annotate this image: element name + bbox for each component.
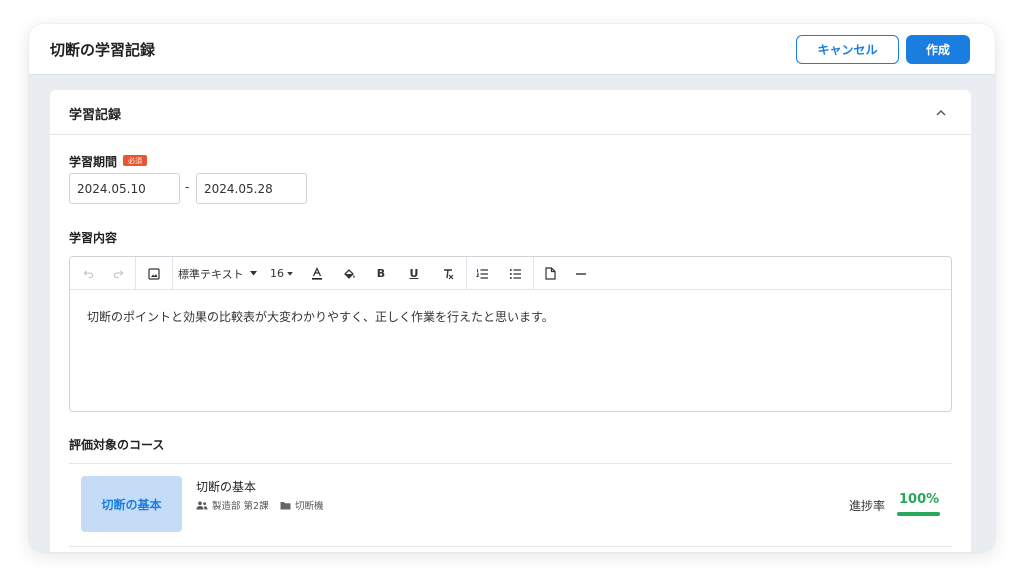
start-date-input[interactable]: 2024.05.10: [69, 173, 180, 204]
editor-content[interactable]: 切断のポイントと効果の比較表が大変わかりやすく、正しく作業を行えたと思います。: [87, 308, 554, 325]
group-icon: [196, 501, 208, 509]
folder-icon: [280, 501, 291, 509]
horizontal-rule-icon[interactable]: [571, 257, 591, 290]
period-label: 学習期間: [69, 155, 118, 169]
header-bar: 切断の学習記録 キャンセル 作成: [29, 24, 995, 75]
divider: [69, 546, 952, 547]
image-icon[interactable]: [143, 257, 165, 290]
card-header[interactable]: 学習記録: [50, 90, 971, 135]
date-separator: -: [185, 180, 190, 194]
editor-toolbar: 標準テキスト 16 B U: [70, 257, 951, 290]
category-text: 切断機: [295, 501, 324, 512]
end-date-input[interactable]: 2024.05.28: [196, 173, 307, 204]
course-section-label: 評価対象のコース: [69, 438, 165, 452]
divider: [69, 463, 952, 464]
required-badge: 必須: [123, 155, 147, 166]
undo-icon[interactable]: [78, 257, 98, 290]
chevron-up-icon[interactable]: [934, 106, 948, 120]
progress-value: 100%: [899, 492, 940, 507]
text-style-select[interactable]: 標準テキスト: [178, 257, 262, 290]
caret-down-icon: [287, 271, 293, 276]
redo-icon[interactable]: [108, 257, 128, 290]
toolbar-divider: [135, 257, 136, 290]
cancel-button[interactable]: キャンセル: [796, 35, 899, 64]
course-name[interactable]: 切断の基本: [196, 478, 256, 495]
card-title: 学習記録: [69, 108, 122, 123]
caret-down-icon: [249, 271, 257, 276]
course-thumbnail[interactable]: 切断の基本: [81, 476, 182, 532]
bullet-list-icon[interactable]: [504, 257, 526, 290]
course-department: 製造部 第2課: [196, 498, 269, 512]
font-size-value: 16: [270, 267, 284, 280]
ordered-list-icon[interactable]: [471, 257, 493, 290]
fill-color-icon[interactable]: [338, 257, 360, 290]
department-text: 製造部 第2課: [212, 501, 269, 512]
bold-button[interactable]: B: [371, 257, 391, 290]
progress-bar: [897, 512, 940, 516]
toolbar-divider: [466, 257, 467, 290]
modal-window: 切断の学習記録 キャンセル 作成 学習記録 学習期間 必須 2024.05.10…: [29, 24, 995, 552]
course-category: 切断機: [280, 498, 324, 512]
content-label: 学習内容: [69, 231, 118, 245]
underline-button[interactable]: U: [404, 257, 424, 290]
toolbar-divider: [172, 257, 173, 290]
progress-label: 進捗率: [849, 499, 886, 513]
rich-text-editor[interactable]: 標準テキスト 16 B U 切断のポイントと効果の比較表が大変わかりやすく、正し…: [69, 256, 952, 412]
font-color-icon[interactable]: [306, 257, 328, 290]
toolbar-divider: [533, 257, 534, 290]
font-size-select[interactable]: 16: [270, 257, 296, 290]
document-icon[interactable]: [539, 257, 561, 290]
create-button[interactable]: 作成: [906, 35, 970, 64]
study-record-card: 学習記録 学習期間 必須 2024.05.10 - 2024.05.28 学習内…: [50, 90, 971, 552]
clear-format-icon[interactable]: [437, 257, 459, 290]
page-title: 切断の学習記録: [50, 41, 156, 59]
text-style-value: 標準テキスト: [178, 267, 244, 281]
progress-bar-fill: [897, 512, 940, 516]
